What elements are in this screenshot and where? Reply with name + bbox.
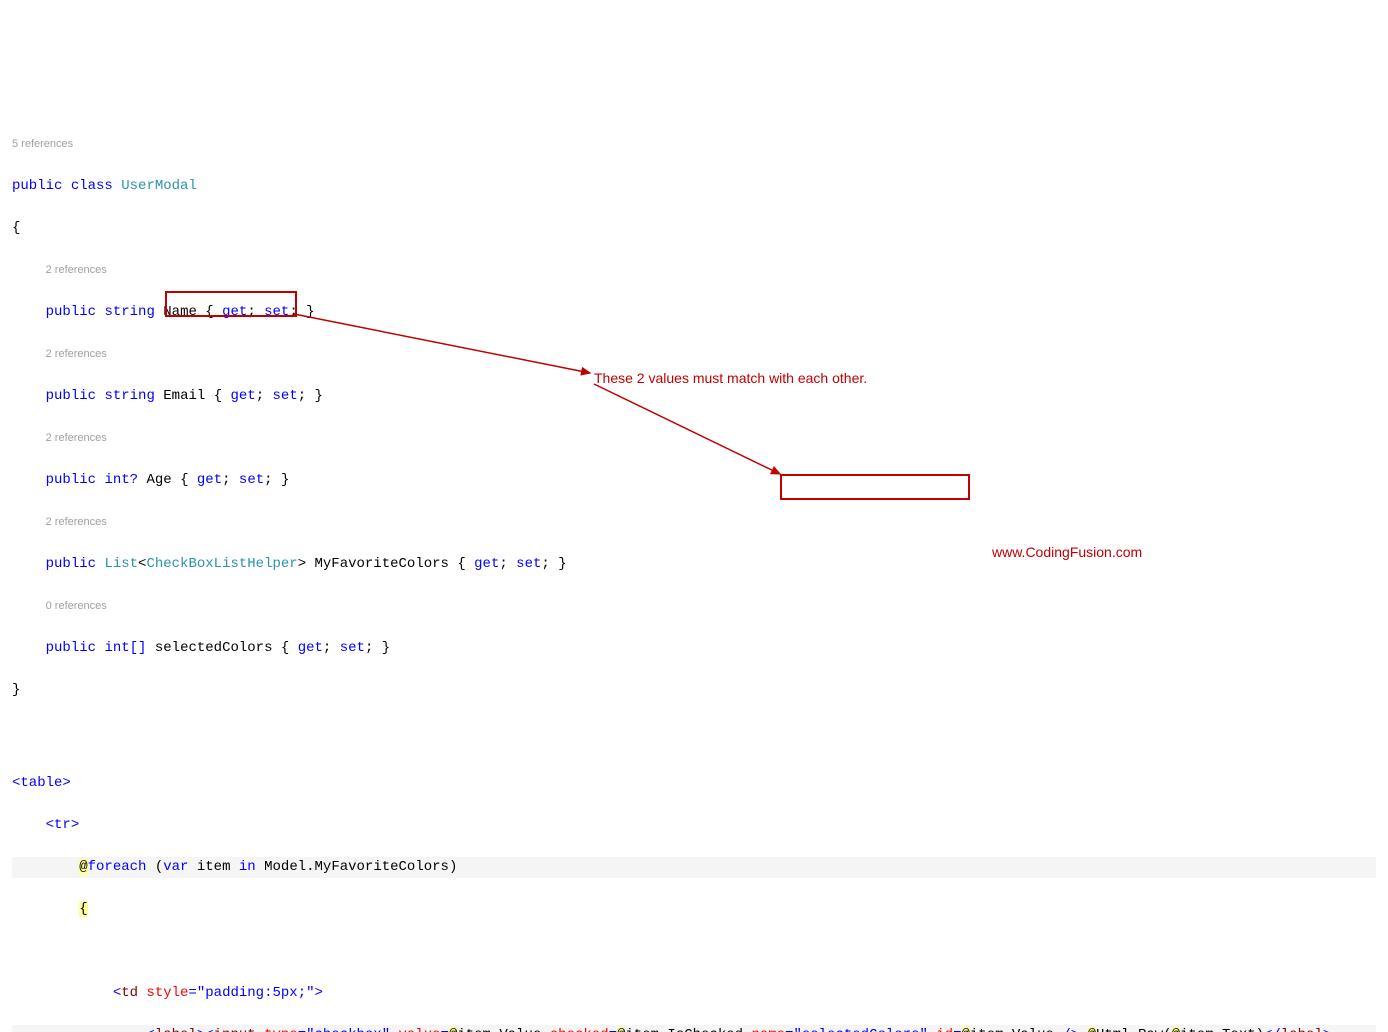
code-line: } — [12, 680, 1376, 701]
codelens-references[interactable]: 2 references — [46, 516, 107, 528]
code-line: public string Email { get; set; } — [12, 386, 1376, 407]
code-line: public int[] selectedColors { get; set; … — [12, 638, 1376, 659]
codelens-references[interactable]: 5 references — [12, 138, 73, 150]
code-line: { — [12, 218, 1376, 239]
codelens-references[interactable]: 2 references — [46, 264, 107, 276]
code-line: <table> — [12, 773, 1376, 794]
code-line: <tr> — [12, 815, 1376, 836]
codelens-references[interactable]: 0 references — [46, 600, 107, 612]
code-line: public List<CheckBoxListHelper> MyFavori… — [12, 554, 1376, 575]
code-line: <td style="padding:5px;"> — [12, 983, 1376, 1004]
code-line: public class UserModal — [12, 176, 1376, 197]
code-line: <label><input type="checkbox" value=@ite… — [12, 1025, 1376, 1032]
annotation-text: These 2 values must match with each othe… — [594, 368, 867, 389]
code-line: public int? Age { get; set; } — [12, 470, 1376, 491]
codelens-references[interactable]: 2 references — [46, 348, 107, 360]
code-line: { — [12, 899, 1376, 920]
code-editor-view: 5 references public class UserModal { 2 … — [12, 92, 1376, 1032]
codelens-references[interactable]: 2 references — [46, 432, 107, 444]
code-line — [12, 941, 1376, 962]
watermark-text: www.CodingFusion.com — [992, 542, 1142, 563]
code-line: public string Name { get; set; } — [12, 302, 1376, 323]
code-line: @foreach (var item in Model.MyFavoriteCo… — [12, 857, 1376, 878]
